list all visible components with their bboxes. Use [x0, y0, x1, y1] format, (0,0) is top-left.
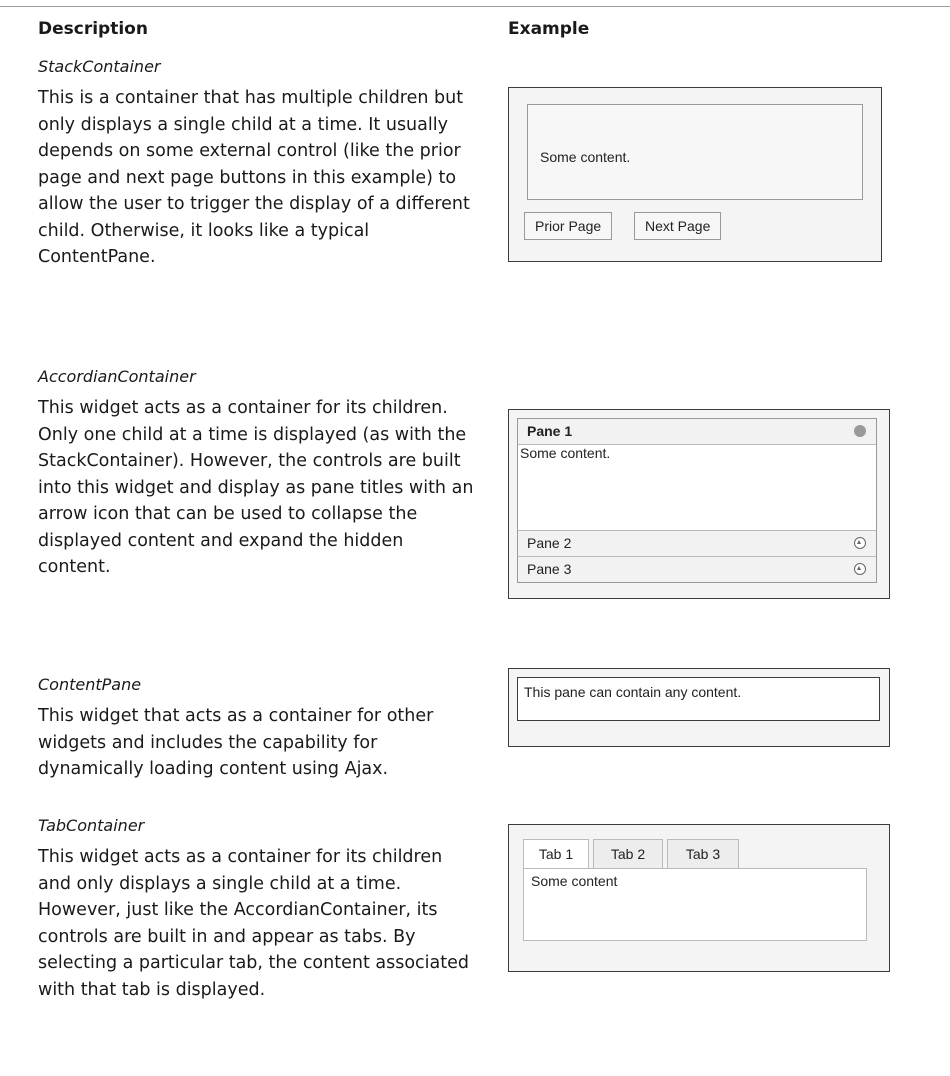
tab-panel: Some content	[523, 868, 867, 941]
section-title: AccordianContainer	[38, 367, 196, 386]
pane-title: Pane 3	[527, 561, 572, 577]
contentpane-example: This pane can contain any content.	[508, 668, 890, 747]
tabcontainer-section: TabContainer This widget acts as a conta…	[38, 816, 478, 1003]
expand-arrow-icon[interactable]	[854, 537, 866, 549]
accordion-pane-3-header[interactable]: Pane 3	[518, 557, 876, 582]
section-title: ContentPane	[38, 675, 142, 694]
section-title: TabContainer	[38, 816, 145, 835]
expand-arrow-icon[interactable]	[854, 563, 866, 575]
pane-content-text: Some content.	[520, 445, 611, 461]
section-description: This widget acts as a container for its …	[38, 847, 469, 1000]
section-title: StackContainer	[38, 57, 161, 76]
stackcontainer-section: StackContainer This is a container that …	[38, 57, 478, 271]
top-rule	[0, 6, 950, 7]
accordiancontainer-example: Pane 1 Some content. Pane 2 Pane 3	[508, 409, 890, 599]
accordion-pane-2-header[interactable]: Pane 2	[518, 531, 876, 557]
accordion-pane-1-content: Some content.	[518, 445, 876, 531]
content-pane: This pane can contain any content.	[517, 677, 880, 721]
tab-1[interactable]: Tab 1	[523, 839, 589, 869]
tab-content-text: Some content	[531, 873, 618, 889]
accordion: Pane 1 Some content. Pane 2 Pane 3	[517, 418, 877, 583]
next-page-button[interactable]: Next Page	[634, 212, 722, 240]
section-description: This widget acts as a container for its …	[38, 398, 474, 577]
tabcontainer-example: Tab 1 Tab 2 Tab 3 Some content	[508, 824, 890, 972]
content-pane-text: This pane can contain any content.	[524, 684, 742, 700]
dot-icon	[854, 425, 866, 437]
section-description: This is a container that has multiple ch…	[38, 88, 470, 267]
tab-3[interactable]: Tab 3	[667, 839, 739, 868]
stackcontainer-example: Some content. Prior Page Next Page	[508, 87, 882, 262]
prior-page-button[interactable]: Prior Page	[524, 212, 613, 240]
tab-2[interactable]: Tab 2	[593, 839, 663, 868]
section-description: This widget that acts as a container for…	[38, 706, 434, 779]
accordiancontainer-section: AccordianContainer This widget acts as a…	[38, 367, 478, 581]
stack-content-pane: Some content.	[527, 104, 863, 200]
example-header: Example	[508, 19, 590, 39]
accordion-pane-1-header[interactable]: Pane 1	[518, 419, 876, 445]
pane-title: Pane 2	[527, 535, 572, 551]
description-header: Description	[38, 19, 148, 39]
stack-content-text: Some content.	[540, 149, 631, 165]
pane-title: Pane 1	[527, 423, 573, 439]
contentpane-section: ContentPane This widget that acts as a c…	[38, 675, 478, 783]
